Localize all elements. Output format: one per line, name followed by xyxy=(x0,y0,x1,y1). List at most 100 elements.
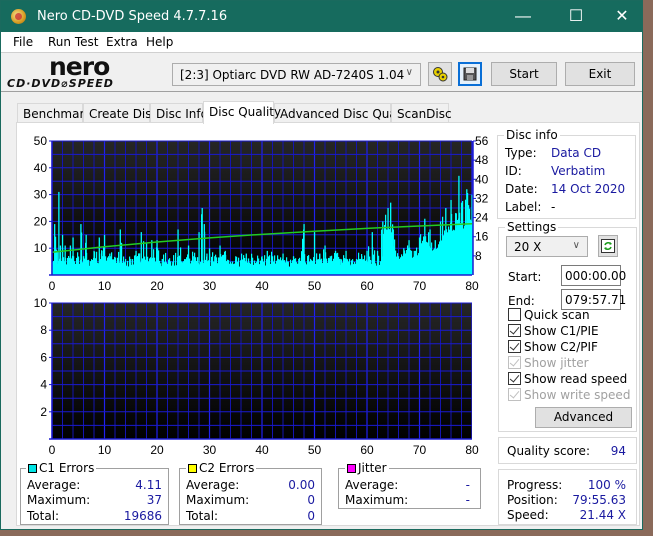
c1-bar xyxy=(424,218,426,275)
tab-disc-quality[interactable]: Disc Quality xyxy=(203,101,281,124)
c1-bar xyxy=(182,261,184,275)
c2-errors-title: C2 Errors xyxy=(186,461,257,475)
c1-bar xyxy=(439,221,442,275)
checkbox-show-c1-pie[interactable]: Show C1/PIE xyxy=(508,324,599,338)
c1-bar xyxy=(466,189,468,275)
tab-disc-info[interactable]: Disc Info xyxy=(150,103,208,123)
disc-date-label: Date: xyxy=(505,182,538,196)
c1-bar xyxy=(124,264,127,275)
x-tick-label: 50 xyxy=(308,279,322,293)
c1-bar xyxy=(382,221,384,275)
c1-bar xyxy=(140,232,142,275)
disc-label-label: Label: xyxy=(505,200,542,214)
c1-bar xyxy=(156,240,158,275)
c2-title-text: C2 Errors xyxy=(199,461,255,475)
nero-app-icon xyxy=(11,9,26,24)
minimize-button[interactable]: — xyxy=(500,1,546,32)
c1-bar xyxy=(313,232,316,275)
c1-bar xyxy=(324,245,326,275)
checkbox-show-write-speed: Show write speed xyxy=(508,388,630,402)
exit-button[interactable]: Exit xyxy=(565,62,635,86)
c1-bar xyxy=(387,208,389,275)
menu-extra[interactable]: Extra xyxy=(106,35,138,49)
menu-bar: File Run Test Extra Help xyxy=(1,32,642,52)
menu-file[interactable]: File xyxy=(13,35,33,49)
menu-run-test[interactable]: Run Test xyxy=(48,35,98,49)
speed-select[interactable]: 20 X ∨ xyxy=(506,236,588,257)
checkbox-quick-scan[interactable]: Quick scan xyxy=(508,308,590,322)
end-time-input[interactable]: 079:57.71 xyxy=(561,289,626,310)
c1-bar xyxy=(72,237,74,275)
checkbox-label: Show C1/PIE xyxy=(524,324,599,338)
c1-bar xyxy=(88,261,90,275)
y2-tick-label: 16 xyxy=(475,230,489,244)
y2-tick-label: 32 xyxy=(475,191,489,205)
x-tick-label: 60 xyxy=(360,443,374,457)
x-tick-label: 20 xyxy=(150,279,164,293)
c1-bar xyxy=(458,175,460,275)
save-button[interactable] xyxy=(458,62,482,86)
tab-scandisc[interactable]: ScanDisc xyxy=(391,103,452,123)
c1-bar xyxy=(390,202,392,275)
c1-bar xyxy=(201,208,203,275)
jitter-color-swatch xyxy=(347,464,356,473)
advanced-button[interactable]: Advanced xyxy=(535,407,632,428)
c1-bar xyxy=(85,234,87,275)
c1-bar xyxy=(193,256,195,275)
y-tick-label: 20 xyxy=(34,214,48,228)
c1-bar xyxy=(397,256,400,275)
c1-bar xyxy=(429,229,431,275)
tab-benchmark[interactable]: Benchmark xyxy=(17,103,91,123)
tab-create-disc[interactable]: Create Disc xyxy=(83,103,158,123)
checkbox-label: Show write speed xyxy=(524,388,631,402)
title-bar: Nero CD-DVD Speed 4.7.7.16 — ☐ ✕ xyxy=(1,1,642,32)
tab-advanced-disc-quality[interactable]: Advanced Disc Quality xyxy=(274,103,415,123)
checkbox-checked-icon[interactable] xyxy=(508,372,521,385)
c1-bar xyxy=(214,256,216,275)
y2-tick-label: 24 xyxy=(475,211,489,225)
menu-help[interactable]: Help xyxy=(146,35,173,49)
checkbox-label: Show C2/PIF xyxy=(524,340,598,354)
c1-bar xyxy=(61,234,64,275)
disc-id-label: ID: xyxy=(505,164,522,178)
y-tick-label: 2 xyxy=(40,405,47,419)
c1-bar xyxy=(229,261,232,275)
c1-bar xyxy=(54,224,56,275)
end-time-label: End: xyxy=(508,294,535,308)
drive-config-button[interactable] xyxy=(428,62,452,86)
start-button[interactable]: Start xyxy=(491,62,557,86)
c1-bar xyxy=(135,250,137,275)
disc-info-group: Disc info Type: Data CD ID: Verbatim Dat… xyxy=(497,128,636,219)
c1-bar xyxy=(235,256,237,275)
c1-bar xyxy=(208,248,211,275)
disc-info-section: Disc info Type: Data CD ID: Verbatim Dat… xyxy=(497,127,637,219)
toolbar: nero CD·DVD⌀SPEED [2:3] Optiarc DVD RW A… xyxy=(1,52,642,92)
x-tick-label: 70 xyxy=(413,279,427,293)
checkbox-show-jitter: Show jitter xyxy=(508,356,589,370)
start-time-input[interactable]: 000:00.00 xyxy=(561,265,626,286)
refresh-speed-button[interactable] xyxy=(598,235,618,257)
c1-title-text: C1 Errors xyxy=(39,461,95,475)
checkbox-show-read-speed[interactable]: Show read speed xyxy=(508,372,627,386)
jitter-title: Jitter xyxy=(345,461,389,475)
checkbox-show-c2-pif[interactable]: Show C2/PIF xyxy=(508,340,598,354)
quality-score-label: Quality score: xyxy=(507,444,590,458)
y-tick-label: 8 xyxy=(40,323,47,337)
c1-bar xyxy=(271,256,274,275)
checkbox-unchecked-icon[interactable] xyxy=(508,308,521,321)
checkbox-checked-icon[interactable] xyxy=(508,340,521,353)
x-tick-label: 70 xyxy=(413,443,427,457)
c1-bar xyxy=(408,240,410,275)
c1-bar xyxy=(460,202,463,275)
close-button[interactable]: ✕ xyxy=(599,1,645,32)
c1-bar xyxy=(240,264,242,275)
progress-value: 100 % xyxy=(587,478,626,492)
maximize-button[interactable]: ☐ xyxy=(553,1,599,32)
position-label: Position: xyxy=(507,493,558,507)
checkbox-checked-icon[interactable] xyxy=(508,324,521,337)
disc-info-title: Disc info xyxy=(504,128,560,142)
c1-bar xyxy=(292,256,295,275)
drive-select[interactable]: [2:3] Optiarc DVD RW AD-7240S 1.04 ∨ xyxy=(172,63,421,86)
disc-quality-panel: 8 16 24 32 40 48 56 10 20 30 40 50 0 10 20 30 40 50 60 70 80… xyxy=(16,122,640,526)
c1-bar xyxy=(371,232,373,275)
